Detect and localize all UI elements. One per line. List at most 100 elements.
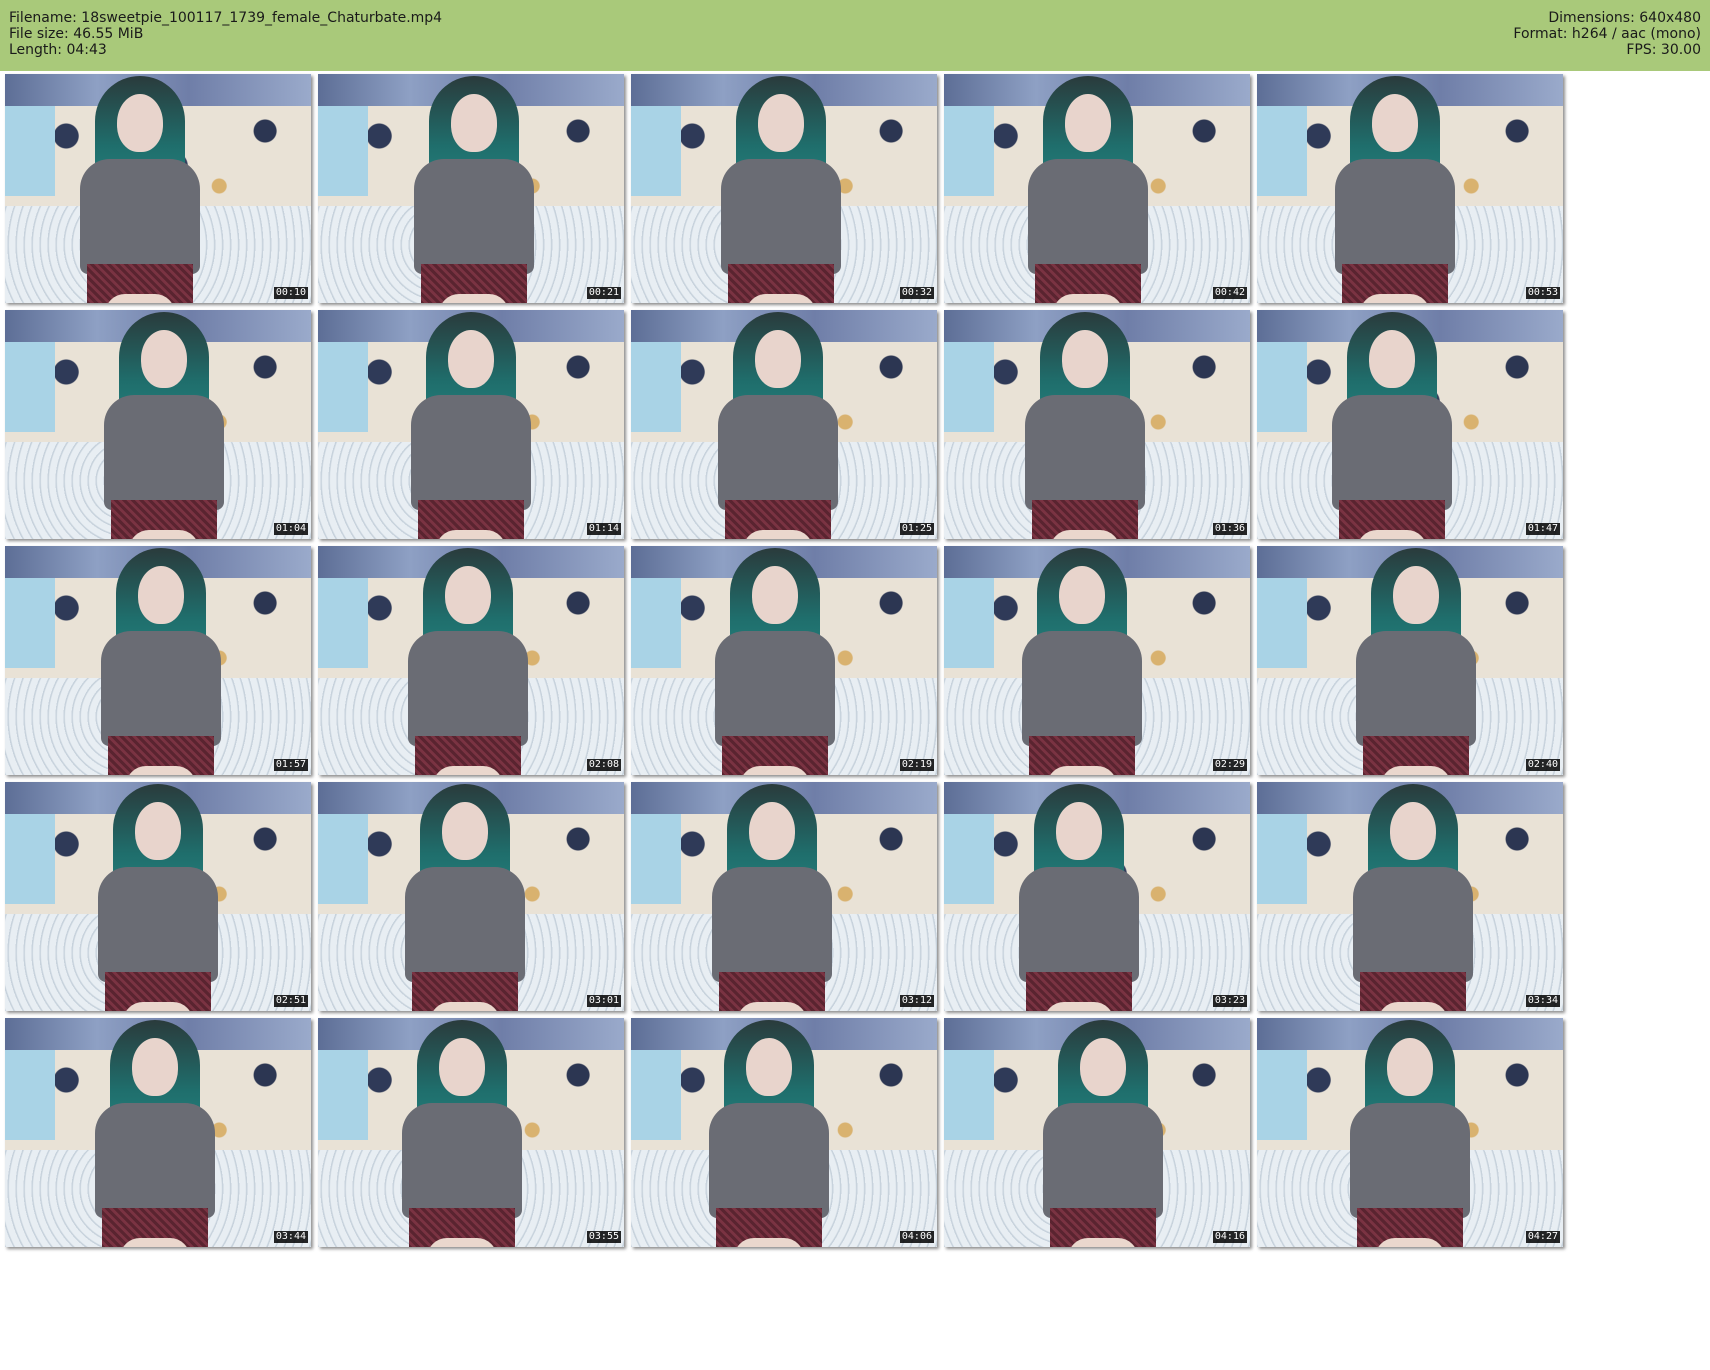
thumbnail-blue-pillow (318, 814, 368, 904)
thumbnail-person (1004, 782, 1154, 1011)
thumbnail-sweater (1334, 159, 1455, 274)
thumbnail-person (396, 310, 546, 539)
thumbnail-blue-pillow (944, 1050, 994, 1140)
info-header: Filename: 18sweetpie_100117_1739_female_… (0, 0, 1710, 71)
thumbnail-person (1320, 74, 1470, 303)
thumbnail-face (131, 1038, 178, 1096)
video-frame-thumbnail: 00:42 (944, 74, 1250, 303)
video-frame-thumbnail: 02:19 (631, 546, 937, 775)
thumbnail-blue-pillow (944, 578, 994, 668)
thumbnail-blue-pillow (5, 106, 55, 196)
thumbnail-sweater (414, 159, 535, 274)
timestamp-label: 04:06 (899, 1231, 934, 1243)
thumbnail-blue-pillow (1257, 814, 1307, 904)
thumbnail-person (83, 782, 233, 1011)
timestamp-label: 03:23 (1212, 995, 1247, 1007)
timestamp-label: 01:04 (273, 523, 308, 535)
video-frame-thumbnail: 00:10 (5, 74, 311, 303)
video-frame-thumbnail: 03:44 (5, 1018, 311, 1247)
video-frame-thumbnail: 01:36 (944, 310, 1250, 539)
timestamp-label: 02:51 (273, 995, 308, 1007)
thumbnail-face (438, 1038, 485, 1096)
thumbnail-person (393, 546, 543, 775)
thumbnail-face (1393, 566, 1440, 624)
timestamp-label: 00:21 (586, 287, 621, 299)
thumbnail-person (1335, 1018, 1485, 1247)
thumbnail-blue-pillow (631, 106, 681, 196)
thumbnail-person (1007, 546, 1157, 775)
thumbnail-face (1390, 802, 1437, 860)
thumbnail-face (116, 94, 163, 152)
thumbnail-blue-pillow (1257, 1050, 1307, 1140)
thumbnail-sweater (404, 867, 525, 982)
video-frame-thumbnail: 03:12 (631, 782, 937, 1011)
video-frame-thumbnail: 00:21 (318, 74, 624, 303)
dimensions-label: Dimensions: 640x480 (1548, 10, 1701, 26)
thumbnail-face (757, 94, 804, 152)
video-frame-thumbnail: 02:29 (944, 546, 1250, 775)
thumbnail-blue-pillow (318, 106, 368, 196)
thumbnail-face (751, 566, 798, 624)
thumbnail-person (65, 74, 215, 303)
video-frame-thumbnail: 04:16 (944, 1018, 1250, 1247)
timestamp-label: 03:55 (586, 1231, 621, 1243)
thumbnail-face (138, 566, 185, 624)
video-frame-thumbnail: 02:51 (5, 782, 311, 1011)
video-frame-thumbnail: 03:01 (318, 782, 624, 1011)
thumbnail-sweater (1021, 631, 1142, 746)
thumbnail-blue-pillow (1257, 342, 1307, 432)
video-frame-thumbnail: 00:32 (631, 74, 937, 303)
thumbnail-person (80, 1018, 230, 1247)
thumbnail-face (141, 330, 188, 388)
thumbnail-sweater (720, 159, 841, 274)
thumbnail-blue-pillow (631, 1050, 681, 1140)
thumbnail-face (444, 566, 491, 624)
thumbnail-sweater (104, 395, 225, 510)
thumbnail-face (1368, 330, 1415, 388)
video-frame-thumbnail: 04:06 (631, 1018, 937, 1247)
thumbnail-face (1058, 566, 1105, 624)
timestamp-label: 00:42 (1212, 287, 1247, 299)
thumbnail-sweater (411, 395, 531, 510)
timestamp-label: 03:34 (1525, 995, 1560, 1007)
thumbnail-blue-pillow (5, 342, 55, 432)
thumbnail-sweater (1350, 1103, 1470, 1218)
thumbnail-person (1341, 546, 1491, 775)
thumbnail-person (1028, 1018, 1178, 1247)
thumbnail-face (1387, 1038, 1433, 1096)
thumbnail-person (703, 310, 853, 539)
thumbnail-blue-pillow (944, 342, 994, 432)
thumbnail-blue-pillow (631, 578, 681, 668)
timestamp-label: 03:44 (273, 1231, 308, 1243)
thumbnail-face (135, 802, 181, 860)
timestamp-label: 00:10 (273, 287, 308, 299)
thumbnail-blue-pillow (5, 1050, 55, 1140)
thumbnail-person (1010, 310, 1160, 539)
file-info: Filename: 18sweetpie_100117_1739_female_… (9, 10, 442, 58)
timestamp-label: 01:57 (273, 759, 308, 771)
thumbnail-person (89, 310, 239, 539)
thumbnail-sweater (1043, 1103, 1164, 1218)
timestamp-label: 00:53 (1525, 287, 1560, 299)
thumbnail-sweater (1331, 395, 1452, 510)
video-frame-thumbnail: 01:57 (5, 546, 311, 775)
thumbnail-face (1055, 802, 1102, 860)
thumbnail-person (390, 782, 540, 1011)
thumbnail-sweater (401, 1103, 522, 1218)
video-frame-thumbnail: 01:25 (631, 310, 937, 539)
thumbnail-sweater (101, 631, 222, 746)
thumbnail-sweater (714, 631, 835, 746)
thumbnail-sweater (98, 867, 218, 982)
thumbnail-face (754, 330, 801, 388)
thumbnail-face (1371, 94, 1418, 152)
thumbnail-face (448, 330, 494, 388)
timestamp-label: 01:36 (1212, 523, 1247, 535)
video-frame-thumbnail: 01:04 (5, 310, 311, 539)
filename-label: Filename: 18sweetpie_100117_1739_female_… (9, 10, 443, 26)
thumbnail-blue-pillow (318, 1050, 368, 1140)
length-label: Length: 04:43 (9, 42, 107, 58)
thumbnail-blue-pillow (631, 342, 681, 432)
thumbnail-face (745, 1038, 792, 1096)
timestamp-label: 02:40 (1525, 759, 1560, 771)
timestamp-label: 04:27 (1525, 1231, 1560, 1243)
